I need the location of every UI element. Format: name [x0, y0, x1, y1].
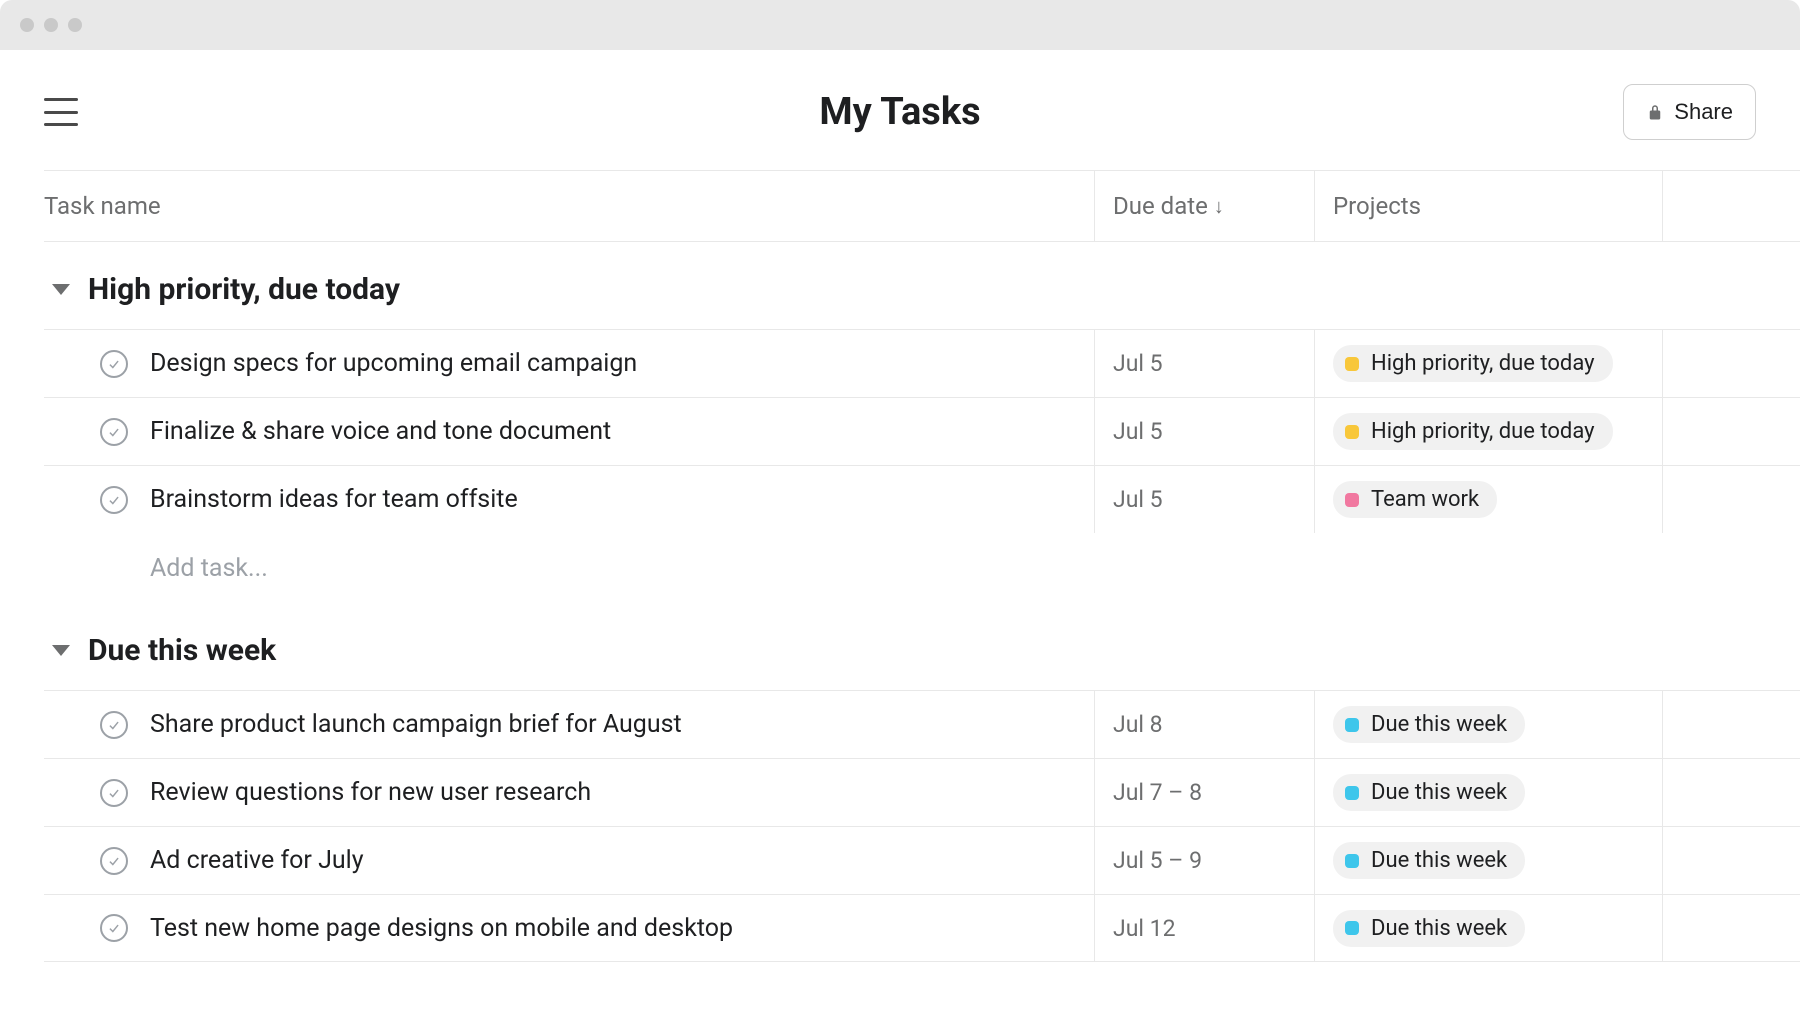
project-color-dot: [1345, 786, 1359, 800]
check-icon: [107, 718, 121, 732]
task-projects[interactable]: Due this week: [1314, 895, 1662, 961]
section-title: High priority, due today: [88, 272, 400, 307]
project-pill[interactable]: High priority, due today: [1333, 345, 1613, 382]
project-pill-label: Due this week: [1371, 848, 1507, 873]
page-title: My Tasks: [819, 90, 980, 134]
traffic-light-zoom[interactable]: [68, 18, 82, 32]
complete-task-checkbox[interactable]: [100, 914, 128, 942]
task-row[interactable]: Share product launch campaign brief for …: [44, 690, 1800, 758]
task-due-date[interactable]: Jul 5 – 9: [1094, 827, 1314, 894]
project-color-dot: [1345, 493, 1359, 507]
project-pill-label: High priority, due today: [1371, 419, 1595, 444]
check-icon: [107, 921, 121, 935]
task-due-date[interactable]: Jul 5: [1094, 330, 1314, 397]
project-pill-label: Team work: [1371, 487, 1479, 512]
task-row-spacer: [1662, 466, 1800, 533]
task-due-date[interactable]: Jul 5: [1094, 398, 1314, 465]
project-pill[interactable]: High priority, due today: [1333, 413, 1613, 450]
add-task-button[interactable]: Add task...: [44, 533, 1800, 603]
check-icon: [107, 786, 121, 800]
traffic-light-minimize[interactable]: [44, 18, 58, 32]
complete-task-checkbox[interactable]: [100, 350, 128, 378]
hamburger-icon-bar: [44, 98, 78, 101]
traffic-light-close[interactable]: [20, 18, 34, 32]
task-due-date[interactable]: Jul 7 – 8: [1094, 759, 1314, 826]
project-pill[interactable]: Due this week: [1333, 842, 1525, 879]
share-button-label: Share: [1674, 99, 1733, 125]
task-name: Finalize & share voice and tone document: [150, 417, 611, 446]
task-name: Share product launch campaign brief for …: [150, 710, 682, 739]
task-row-spacer: [1662, 895, 1800, 961]
complete-task-checkbox[interactable]: [100, 847, 128, 875]
section-toggle[interactable]: Due this week: [44, 603, 1800, 690]
task-row-spacer: [1662, 691, 1800, 758]
section-title: Due this week: [88, 633, 276, 668]
hamburger-icon-bar: [44, 111, 78, 114]
check-icon: [107, 493, 121, 507]
task-projects[interactable]: High priority, due today: [1314, 330, 1662, 397]
task-row[interactable]: Ad creative for July Jul 5 – 9 Due this …: [44, 826, 1800, 894]
task-name: Test new home page designs on mobile and…: [150, 914, 733, 943]
hamburger-icon-bar: [44, 123, 78, 126]
task-projects[interactable]: Due this week: [1314, 827, 1662, 894]
complete-task-checkbox[interactable]: [100, 418, 128, 446]
task-row-spacer: [1662, 330, 1800, 397]
project-pill-label: Due this week: [1371, 916, 1507, 941]
project-pill[interactable]: Team work: [1333, 481, 1497, 518]
project-pill-label: High priority, due today: [1371, 351, 1595, 376]
task-row[interactable]: Finalize & share voice and tone document…: [44, 397, 1800, 465]
window-chrome: [0, 0, 1800, 50]
sort-descending-icon: ↓: [1214, 194, 1224, 219]
task-due-date[interactable]: Jul 8: [1094, 691, 1314, 758]
task-name: Review questions for new user research: [150, 778, 591, 807]
task-projects[interactable]: Due this week: [1314, 691, 1662, 758]
table-header: Task name Due date ↓ Projects: [44, 170, 1800, 242]
task-projects[interactable]: Due this week: [1314, 759, 1662, 826]
column-header-due[interactable]: Due date ↓: [1094, 171, 1314, 241]
task-row-spacer: [1662, 827, 1800, 894]
section-due-this-week: Due this week Share product launch campa…: [44, 603, 1800, 962]
task-projects[interactable]: High priority, due today: [1314, 398, 1662, 465]
column-header-due-label: Due date: [1113, 192, 1208, 220]
project-pill[interactable]: Due this week: [1333, 774, 1525, 811]
lock-icon: [1646, 103, 1664, 121]
task-name: Design specs for upcoming email campaign: [150, 349, 637, 378]
task-row[interactable]: Design specs for upcoming email campaign…: [44, 329, 1800, 397]
project-pill-label: Due this week: [1371, 712, 1507, 737]
menu-button[interactable]: [44, 98, 78, 126]
share-button[interactable]: Share: [1623, 84, 1756, 140]
complete-task-checkbox[interactable]: [100, 779, 128, 807]
task-row-spacer: [1662, 398, 1800, 465]
check-icon: [107, 357, 121, 371]
column-header-projects[interactable]: Projects: [1314, 171, 1662, 241]
column-header-name[interactable]: Task name: [44, 192, 1094, 220]
task-name: Ad creative for July: [150, 846, 364, 875]
project-color-dot: [1345, 718, 1359, 732]
project-pill-label: Due this week: [1371, 780, 1507, 805]
check-icon: [107, 854, 121, 868]
task-name: Brainstorm ideas for team offsite: [150, 485, 518, 514]
column-header-spacer: [1662, 171, 1800, 241]
project-color-dot: [1345, 357, 1359, 371]
check-icon: [107, 425, 121, 439]
section-toggle[interactable]: High priority, due today: [44, 242, 1800, 329]
project-color-dot: [1345, 921, 1359, 935]
task-projects[interactable]: Team work: [1314, 466, 1662, 533]
caret-down-icon: [52, 284, 70, 295]
project-color-dot: [1345, 854, 1359, 868]
task-row[interactable]: Brainstorm ideas for team offsite Jul 5 …: [44, 465, 1800, 533]
complete-task-checkbox[interactable]: [100, 486, 128, 514]
caret-down-icon: [52, 645, 70, 656]
project-pill[interactable]: Due this week: [1333, 706, 1525, 743]
task-row-spacer: [1662, 759, 1800, 826]
task-row[interactable]: Test new home page designs on mobile and…: [44, 894, 1800, 962]
project-pill[interactable]: Due this week: [1333, 910, 1525, 947]
complete-task-checkbox[interactable]: [100, 711, 128, 739]
task-row[interactable]: Review questions for new user research J…: [44, 758, 1800, 826]
topbar: My Tasks Share: [0, 50, 1800, 170]
project-color-dot: [1345, 425, 1359, 439]
task-due-date[interactable]: Jul 5: [1094, 466, 1314, 533]
task-due-date[interactable]: Jul 12: [1094, 895, 1314, 961]
section-high-priority: High priority, due today Design specs fo…: [44, 242, 1800, 603]
